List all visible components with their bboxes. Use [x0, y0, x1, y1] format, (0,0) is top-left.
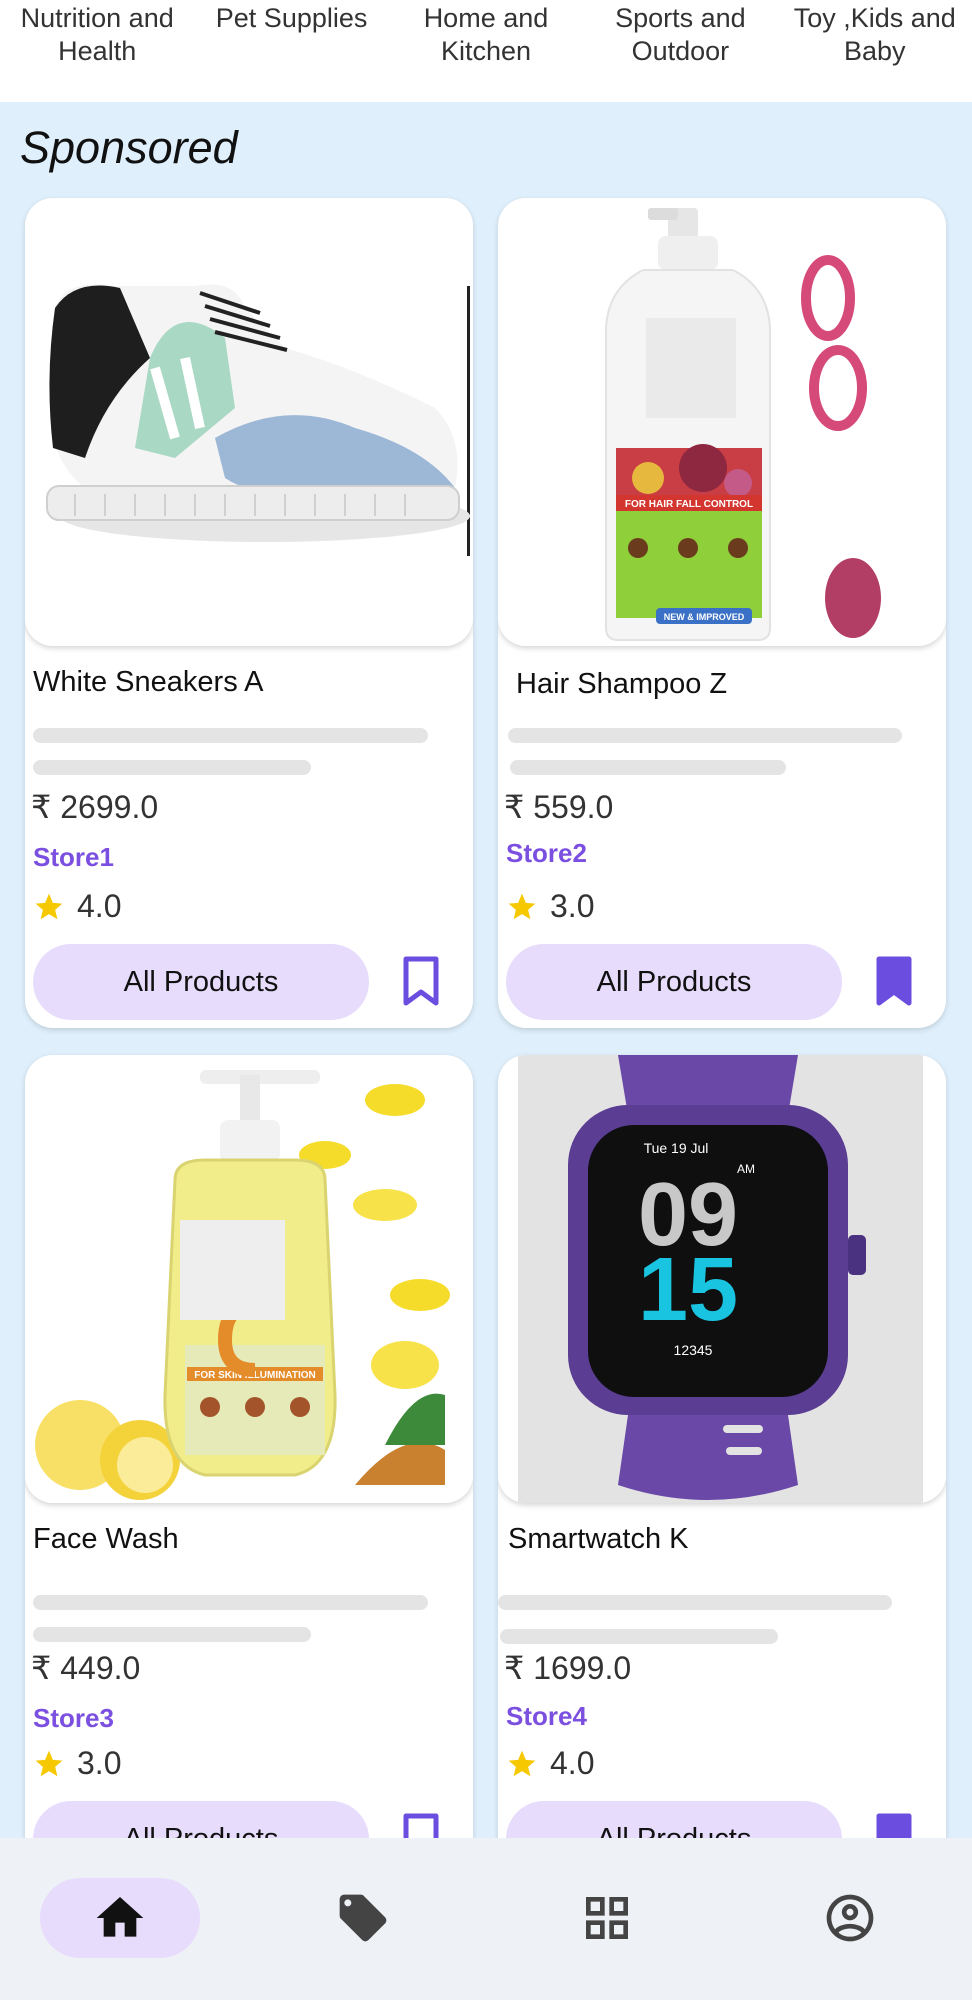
product-image[interactable]: FOR HAIR FALL CONTROL NEW & IMPROVED	[498, 198, 946, 646]
bottom-navigation	[0, 1838, 972, 2000]
product-name: Hair Shampoo Z	[516, 668, 728, 700]
product-card[interactable]: FOR HAIR FALL CONTROL NEW & IMPROVED Hai…	[498, 198, 946, 1028]
description-placeholder	[498, 1595, 892, 1610]
smartwatch-image: Tue 19 Jul AM 09 15 12345	[498, 1055, 946, 1503]
store-link[interactable]: Store4	[506, 1701, 587, 1732]
rating-value: 4.0	[77, 888, 122, 924]
store-link[interactable]: Store1	[33, 842, 114, 873]
description-placeholder	[508, 728, 902, 743]
star-icon	[35, 1750, 63, 1776]
category-nutrition-health[interactable]: Nutrition and Health	[0, 0, 194, 102]
product-rating: 3.0	[506, 888, 594, 925]
watch-minute: 15	[638, 1240, 738, 1340]
watch-date: Tue 19 Jul	[644, 1140, 709, 1156]
shampoo-label: FOR HAIR FALL CONTROL	[625, 499, 753, 510]
home-icon	[96, 1897, 144, 1937]
description-placeholder	[33, 1595, 428, 1610]
product-rating: 4.0	[506, 1745, 594, 1782]
product-price: ₹ 1699.0	[504, 1650, 632, 1686]
product-card[interactable]: White Sneakers A ₹ 2699.0 Store1 4.0 All…	[25, 198, 473, 1028]
nav-offers[interactable]	[283, 1878, 443, 1958]
facewash-image: FOR SKIN ILLUMINATION	[25, 1055, 473, 1503]
product-image[interactable]: FOR SKIN ILLUMINATION	[25, 1055, 473, 1503]
product-card[interactable]: FOR SKIN ILLUMINATION Face Wash ₹ 449.0 …	[25, 1055, 473, 1885]
product-image[interactable]	[25, 198, 473, 646]
store-link[interactable]: Store2	[506, 838, 587, 869]
description-placeholder	[500, 1629, 778, 1644]
star-icon	[508, 893, 536, 919]
description-placeholder	[33, 760, 311, 775]
product-name: Face Wash	[33, 1523, 179, 1555]
product-rating: 4.0	[33, 888, 121, 925]
category-bar: Nutrition and Health Pet Supplies Home a…	[0, 0, 972, 102]
category-toys-kids-baby[interactable]: Toy ,Kids and Baby	[778, 0, 972, 102]
store-link[interactable]: Store3	[33, 1703, 114, 1734]
description-placeholder	[510, 760, 786, 775]
grid-icon	[586, 1897, 628, 1939]
watch-ampm: AM	[737, 1162, 755, 1176]
star-icon	[508, 1750, 536, 1776]
product-image[interactable]: Tue 19 Jul AM 09 15 12345	[498, 1055, 946, 1503]
rating-value: 4.0	[550, 1745, 595, 1781]
nav-categories[interactable]	[527, 1878, 687, 1958]
section-title: Sponsored	[20, 122, 238, 173]
watch-steps: 12345	[674, 1342, 713, 1358]
all-products-button[interactable]: All Products	[33, 944, 369, 1020]
product-rating: 3.0	[33, 1745, 121, 1782]
rating-value: 3.0	[77, 1745, 122, 1781]
product-price: ₹ 559.0	[504, 789, 614, 825]
category-sports-outdoor[interactable]: Sports and Outdoor	[583, 0, 777, 102]
product-name: White Sneakers A	[33, 666, 264, 698]
shampoo-image: FOR HAIR FALL CONTROL NEW & IMPROVED	[498, 198, 946, 646]
sneaker-image	[25, 198, 473, 646]
bookmark-outline-icon[interactable]	[401, 956, 441, 1006]
description-placeholder	[33, 1627, 311, 1642]
category-pet-supplies[interactable]: Pet Supplies	[194, 0, 388, 102]
nav-account[interactable]	[770, 1878, 930, 1958]
description-placeholder	[33, 728, 428, 743]
nav-home[interactable]	[40, 1878, 200, 1958]
all-products-button[interactable]: All Products	[506, 944, 842, 1020]
product-price: ₹ 449.0	[31, 1650, 141, 1686]
star-icon	[35, 893, 63, 919]
product-price: ₹ 2699.0	[31, 789, 159, 825]
bookmark-filled-icon[interactable]	[874, 956, 914, 1006]
category-home-kitchen[interactable]: Home and Kitchen	[389, 0, 583, 102]
tag-icon	[339, 1894, 387, 1942]
rating-value: 3.0	[550, 888, 595, 924]
account-icon	[826, 1894, 874, 1942]
product-name: Smartwatch K	[508, 1523, 689, 1555]
product-card[interactable]: Tue 19 Jul AM 09 15 12345 Smartwatch K ₹…	[498, 1055, 946, 1885]
shampoo-badge: NEW & IMPROVED	[664, 612, 745, 622]
